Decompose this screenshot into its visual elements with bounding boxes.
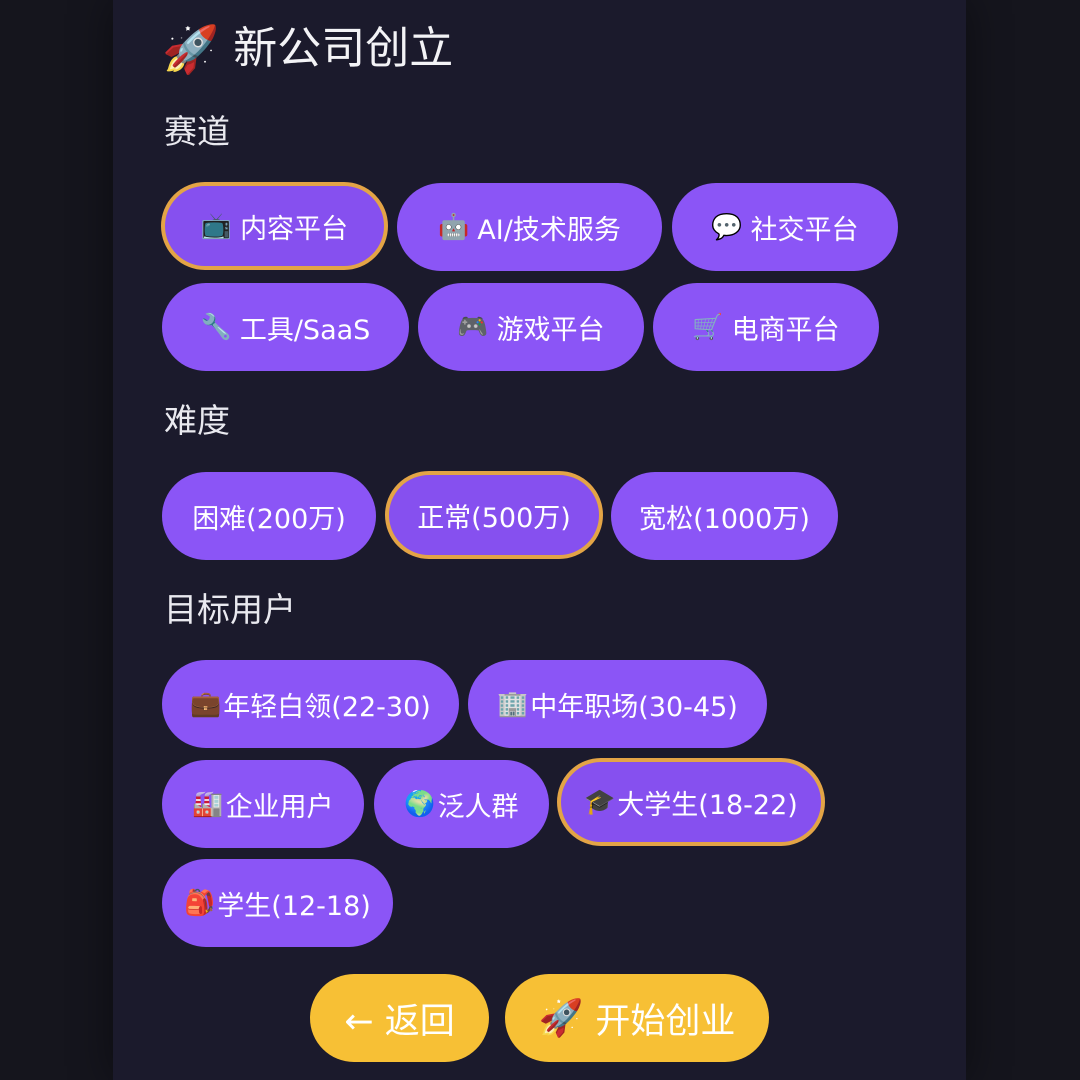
difficulty-label: 难度	[164, 401, 230, 440]
factory-icon: 🏭	[192, 789, 224, 818]
track-option-ecommerce[interactable]: 🛒 电商平台	[653, 283, 879, 371]
audience-option-students[interactable]: 🎒 学生(12-18)	[162, 859, 393, 947]
robot-icon: 🤖	[438, 212, 470, 241]
wrench-icon: 🔧	[200, 312, 232, 341]
difficulty-option-easy[interactable]: 宽松(1000万)	[611, 472, 838, 560]
chip-label: 泛人群	[437, 791, 519, 823]
audience-option-young-professionals[interactable]: 💼 年轻白领(22-30)	[162, 660, 459, 748]
globe-icon: 🌍	[404, 789, 436, 818]
track-option-tools[interactable]: 🔧 工具/SaaS	[162, 283, 409, 371]
briefcase-icon: 💼	[190, 689, 222, 718]
gamepad-icon: 🎮	[457, 312, 489, 341]
difficulty-option-hard[interactable]: 困难(200万)	[162, 472, 376, 560]
audience-label: 目标用户	[164, 590, 296, 629]
chip-label: 宽松(1000万)	[639, 503, 810, 535]
graduation-cap-icon: 🎓	[584, 787, 616, 816]
page-title: 🚀 新公司创立	[162, 18, 453, 80]
chip-label: 学生(12-18)	[217, 890, 371, 922]
track-option-ai[interactable]: 🤖 AI/技术服务	[397, 183, 662, 271]
chip-label: 困难(200万)	[192, 503, 346, 535]
chip-label: 社交平台	[750, 214, 859, 246]
office-building-icon: 🏢	[497, 689, 529, 718]
shopping-cart-icon: 🛒	[692, 312, 724, 341]
chip-label: 电商平台	[731, 314, 840, 346]
chip-label: 内容平台	[240, 213, 349, 245]
audience-option-mid-career[interactable]: 🏢 中年职场(30-45)	[468, 660, 767, 748]
backpack-icon: 🎒	[184, 888, 216, 917]
back-button-label: ← 返回	[344, 1001, 455, 1042]
chip-label: 正常(500万)	[417, 502, 571, 534]
audience-option-enterprise[interactable]: 🏭 企业用户	[162, 760, 364, 848]
start-button-label: 开始创业	[595, 1001, 736, 1042]
chip-label: 中年职场(30-45)	[530, 691, 738, 723]
chip-label: 工具/SaaS	[239, 314, 371, 346]
track-option-game[interactable]: 🎮 游戏平台	[418, 283, 644, 371]
tv-icon: 📺	[200, 211, 233, 240]
rocket-icon: 🚀	[538, 998, 584, 1039]
rocket-icon: 🚀	[162, 22, 220, 76]
speech-bubble-icon: 💬	[711, 212, 743, 241]
chip-label: 企业用户	[225, 791, 334, 823]
page-title-text: 新公司创立	[233, 23, 454, 74]
difficulty-option-normal[interactable]: 正常(500万)	[385, 471, 603, 559]
chip-label: 大学生(18-22)	[617, 789, 798, 821]
chip-label: 游戏平台	[496, 314, 605, 346]
chip-label: AI/技术服务	[477, 214, 621, 246]
audience-option-college-students[interactable]: 🎓 大学生(18-22)	[557, 758, 825, 846]
start-business-button[interactable]: 🚀 开始创业	[505, 974, 769, 1062]
track-option-social[interactable]: 💬 社交平台	[672, 183, 898, 271]
audience-option-general[interactable]: 🌍 泛人群	[374, 760, 549, 848]
back-button[interactable]: ← 返回	[310, 974, 489, 1062]
track-label: 赛道	[164, 112, 230, 151]
chip-label: 年轻白领(22-30)	[223, 691, 431, 723]
track-option-content[interactable]: 📺 内容平台	[161, 182, 388, 270]
